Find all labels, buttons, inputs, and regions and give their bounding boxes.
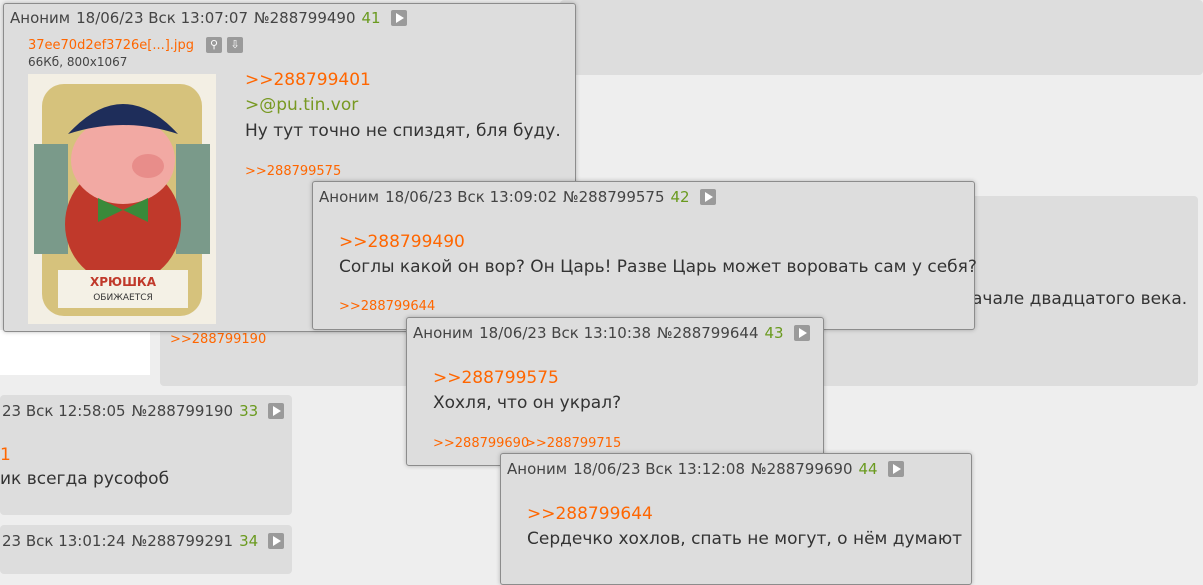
post34-index: 34 bbox=[239, 532, 259, 550]
popup4-quote[interactable]: >>288799644 bbox=[527, 504, 653, 524]
popup2-text: Соглы какой он вор? Он Царь! Разве Царь … bbox=[339, 257, 977, 277]
popup4-header: Аноним 18/06/23 Вск 13:12:08 №288799690 … bbox=[507, 460, 904, 478]
bg-post-text: ачале двадцатого века. bbox=[972, 289, 1188, 309]
popup3-header: Аноним 18/06/23 Вск 13:10:38 №288799644 … bbox=[413, 324, 810, 342]
popup2-reply-link[interactable]: >>288799644 bbox=[339, 299, 435, 314]
file-meta: 66Кб, 800x1067 bbox=[28, 55, 128, 69]
popup-post-43: Аноним 18/06/23 Вск 13:10:38 №288799644 … bbox=[406, 317, 824, 466]
popup3-date: 18/06/23 Вск 13:10:38 bbox=[479, 324, 651, 342]
post34-header: 23 Вск 13:01:24 №288799291 34 bbox=[2, 532, 285, 550]
post33-number[interactable]: №288799190 bbox=[132, 402, 234, 420]
post33-quote[interactable]: 1 bbox=[0, 445, 11, 465]
popup1-number[interactable]: №288799490 bbox=[254, 9, 356, 27]
popup1-index: 41 bbox=[361, 9, 381, 27]
popup2-number[interactable]: №288799575 bbox=[563, 188, 665, 206]
popup2-index: 42 bbox=[670, 188, 690, 206]
bg-post-top bbox=[560, 0, 1203, 75]
popup1-author: Аноним bbox=[10, 9, 71, 27]
file-link[interactable]: 37ee70d2ef3726e[...].jpg bbox=[28, 38, 194, 53]
play-icon[interactable] bbox=[390, 10, 407, 26]
popup4-number[interactable]: №288799690 bbox=[751, 460, 853, 478]
popup1-quote[interactable]: >>288799401 bbox=[245, 70, 371, 90]
popup3-reply-link-1[interactable]: >>288799690 bbox=[433, 436, 529, 451]
popup-post-42: Аноним 18/06/23 Вск 13:09:02 №288799575 … bbox=[312, 181, 977, 330]
popup1-greentext: >@pu.tin.vor bbox=[245, 95, 359, 115]
bg-image-fragment bbox=[0, 330, 150, 375]
popup4-author: Аноним bbox=[507, 460, 568, 478]
popup4-date: 18/06/23 Вск 13:12:08 bbox=[573, 460, 745, 478]
popup3-number[interactable]: №288799644 bbox=[657, 324, 759, 342]
popup3-index: 43 bbox=[764, 324, 784, 342]
play-icon[interactable] bbox=[887, 461, 904, 477]
post34-number[interactable]: №288799291 bbox=[132, 532, 234, 550]
search-icon[interactable]: ⚲ bbox=[206, 37, 222, 53]
popup2-date: 18/06/23 Вск 13:09:02 bbox=[385, 188, 557, 206]
play-icon[interactable] bbox=[699, 189, 716, 205]
popup2-header: Аноним 18/06/23 Вск 13:09:02 №288799575 … bbox=[319, 188, 716, 206]
post33-date: 23 Вск 12:58:05 bbox=[2, 402, 126, 420]
popup2-author: Аноним bbox=[319, 188, 380, 206]
play-icon[interactable] bbox=[268, 533, 285, 549]
attached-image[interactable]: ХРЮШКА ОБИЖАЕТСЯ bbox=[28, 74, 216, 324]
bg-reply-link[interactable]: >>288799190 bbox=[170, 332, 266, 347]
popup1-reply-link[interactable]: >>288799575 bbox=[245, 164, 341, 179]
popup3-author: Аноним bbox=[413, 324, 474, 342]
play-icon[interactable] bbox=[268, 403, 285, 419]
svg-text:ОБИЖАЕТСЯ: ОБИЖАЕТСЯ bbox=[93, 293, 153, 303]
popup3-text: Хохля, что он украл? bbox=[433, 393, 622, 413]
popup4-index: 44 bbox=[858, 460, 878, 478]
post33-index: 33 bbox=[239, 402, 259, 420]
popup1-header: Аноним 18/06/23 Вск 13:07:07 №288799490 … bbox=[10, 9, 407, 27]
popup3-quote[interactable]: >>288799575 bbox=[433, 368, 559, 388]
popup1-date: 18/06/23 Вск 13:07:07 bbox=[76, 9, 248, 27]
popup4-text: Сердечко хохлов, спать не могут, о нём д… bbox=[527, 529, 963, 549]
popup3-reply-link-2[interactable]: >>288799715 bbox=[525, 436, 621, 451]
post33-header: 23 Вск 12:58:05 №288799190 33 bbox=[2, 402, 285, 420]
image-caption-icon: ХРЮШКА bbox=[90, 275, 157, 289]
post34-date: 23 Вск 13:01:24 bbox=[2, 532, 126, 550]
download-icon[interactable]: ⇩ bbox=[227, 37, 243, 53]
popup1-text: Ну тут точно не спиздят, бля буду. bbox=[245, 121, 561, 141]
popup2-quote[interactable]: >>288799490 bbox=[339, 232, 465, 252]
popup-post-44: Аноним 18/06/23 Вск 13:12:08 №288799690 … bbox=[500, 453, 972, 585]
post33-text: ик всегда русофоб bbox=[0, 469, 170, 489]
play-icon[interactable] bbox=[793, 325, 810, 341]
